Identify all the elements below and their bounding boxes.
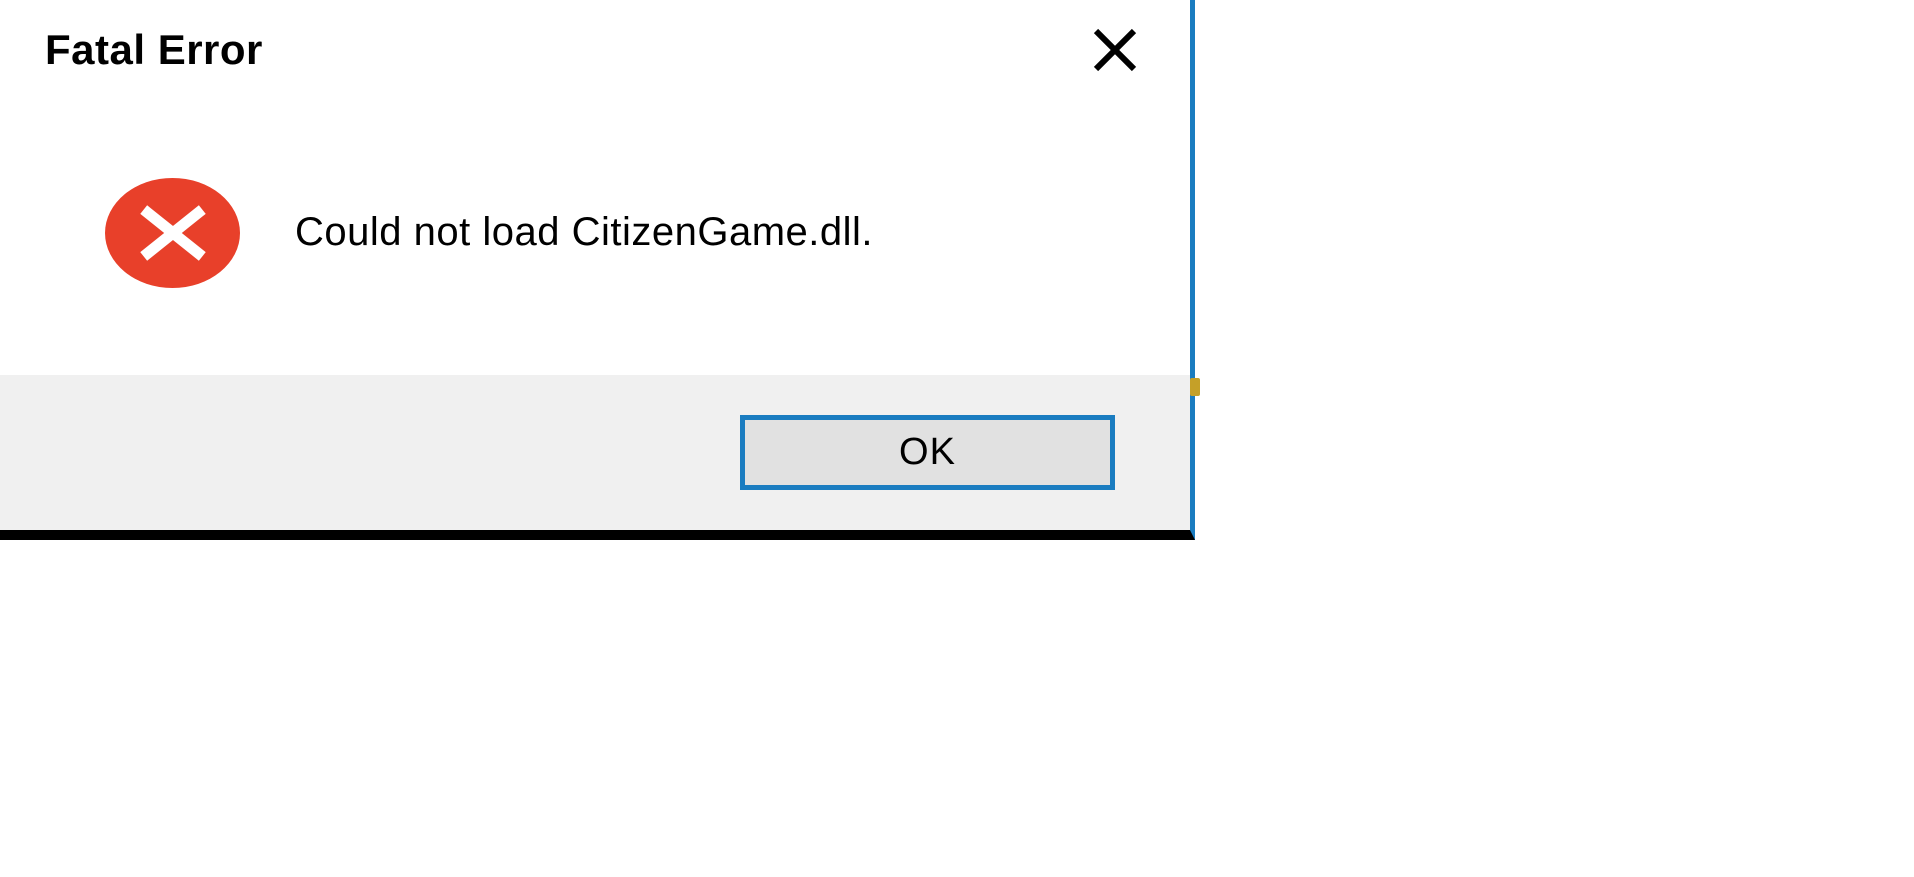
close-icon — [1092, 27, 1138, 73]
button-panel: OK — [0, 375, 1190, 530]
dialog-content: Could not load CitizenGame.dll. — [0, 90, 1190, 375]
error-dialog: Fatal Error Could not load CitizenGame.d… — [0, 0, 1195, 540]
dialog-title: Fatal Error — [45, 26, 263, 74]
ok-button[interactable]: OK — [740, 415, 1115, 490]
edge-decoration — [1190, 378, 1200, 396]
error-icon — [105, 178, 240, 288]
close-button[interactable] — [1090, 25, 1140, 75]
error-circle — [105, 178, 240, 288]
titlebar: Fatal Error — [0, 0, 1190, 90]
error-message: Could not load CitizenGame.dll. — [295, 210, 873, 255]
